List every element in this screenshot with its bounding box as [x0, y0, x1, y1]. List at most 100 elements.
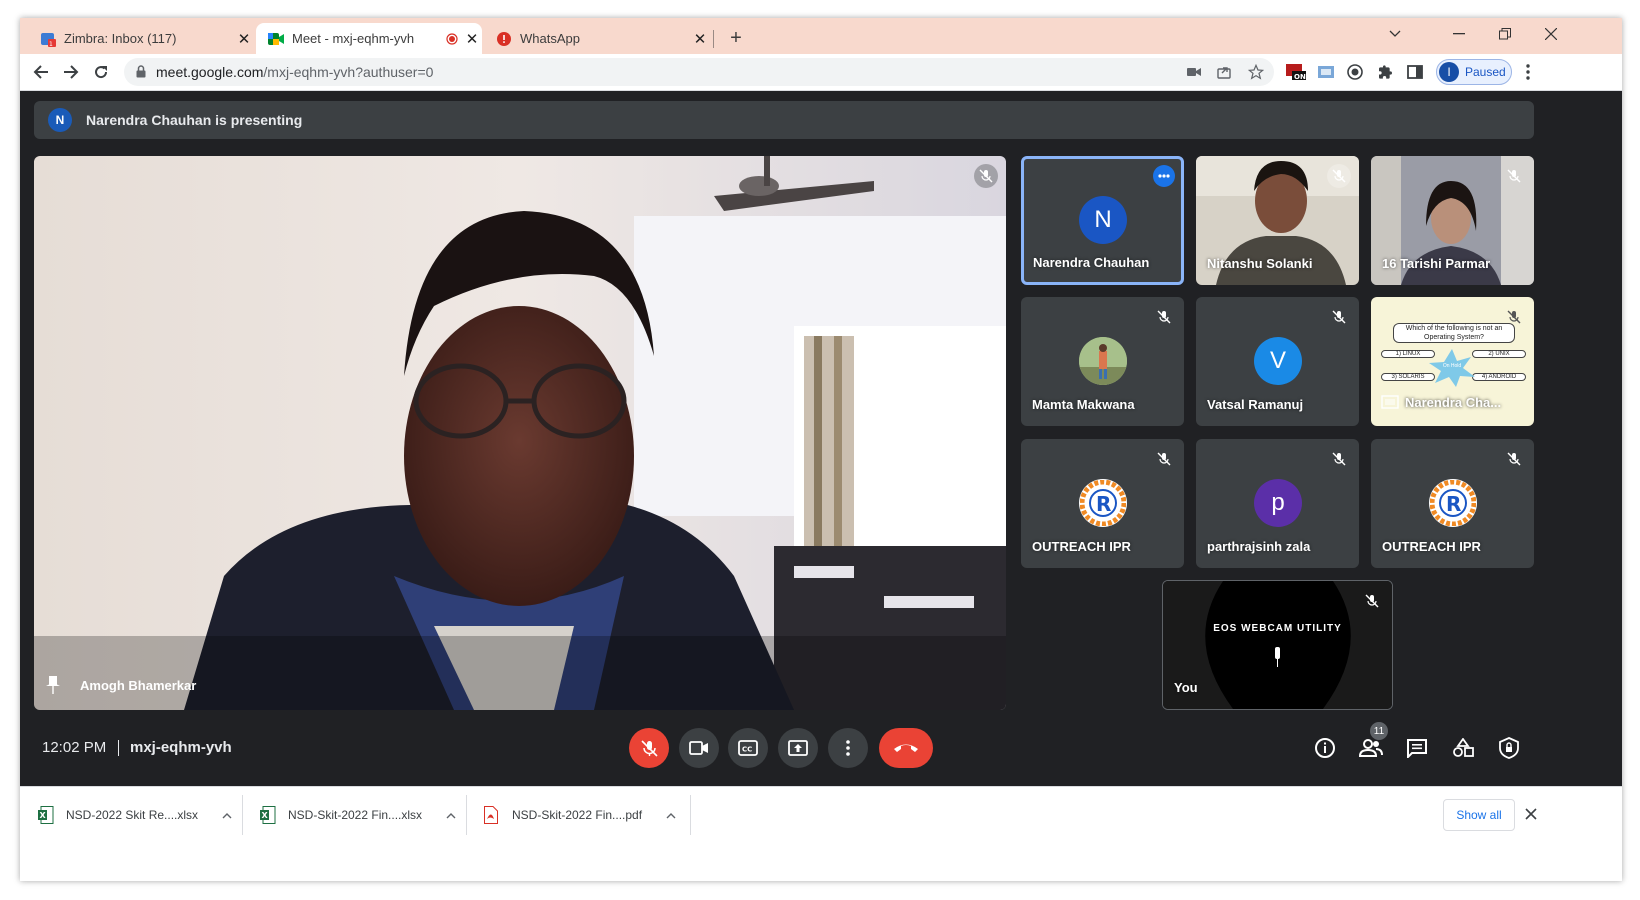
muted-mic-icon[interactable]	[1327, 164, 1351, 188]
back-button[interactable]	[26, 57, 56, 87]
camera-in-use-icon[interactable]	[1182, 60, 1206, 84]
window-bottom	[20, 841, 1622, 881]
extensions-puzzle-icon[interactable]	[1373, 60, 1397, 84]
bookmark-star-icon[interactable]	[1244, 60, 1268, 84]
download-divider	[690, 795, 691, 835]
participant-tile[interactable]: 16 Tarishi Parmar	[1371, 156, 1534, 285]
close-tab-icon[interactable]: ✕	[690, 30, 710, 48]
muted-mic-icon[interactable]	[1502, 447, 1526, 471]
chrome-menu-icon[interactable]	[1516, 60, 1540, 84]
meeting-details-icon[interactable]	[1310, 733, 1340, 763]
muted-mic-icon[interactable]	[1502, 305, 1526, 329]
participant-tile[interactable]: Nitanshu Solanki	[1196, 156, 1359, 285]
chevron-up-icon[interactable]	[666, 808, 676, 822]
presenting-banner: N Narendra Chauhan is presenting	[34, 101, 1534, 139]
tab-strip: 1 Zimbra: Inbox (117) ✕ Meet - mxj-eqhm-…	[20, 18, 1622, 54]
close-tab-icon[interactable]: ✕	[234, 30, 254, 48]
slide-center-text: On Hold	[1442, 363, 1462, 369]
muted-mic-icon[interactable]	[1327, 447, 1351, 471]
muted-mic-icon[interactable]	[1327, 305, 1351, 329]
reload-button[interactable]	[86, 57, 116, 87]
activities-icon[interactable]	[1448, 733, 1478, 763]
tab-zimbra[interactable]: 1 Zimbra: Inbox (117) ✕	[28, 23, 254, 54]
main-video-frame	[34, 156, 1006, 710]
chevron-up-icon[interactable]	[446, 808, 456, 822]
download-item[interactable]: X NSD-2022 Skit Re....xlsx	[20, 787, 242, 842]
meeting-code: mxj-eqhm-yvh	[130, 739, 232, 756]
participant-name: 16 Tarishi Parmar	[1382, 256, 1491, 271]
forward-button[interactable]	[56, 57, 86, 87]
tab-search-icon[interactable]	[1372, 18, 1418, 50]
address-bar[interactable]: meet.google.com/mxj-eqhm-yvh?authuser=0	[124, 58, 1274, 86]
webcam-utility-text: EOS WEBCAM UTILITY	[1213, 623, 1342, 634]
participant-name: parthrajsinh zala	[1207, 539, 1311, 554]
participant-tile[interactable]: Mamta Makwana	[1021, 297, 1184, 426]
participant-name: Narendra Chauhan	[1033, 255, 1150, 270]
extension-screen-icon[interactable]	[1314, 60, 1338, 84]
participant-tile[interactable]: p parthrajsinh zala	[1196, 439, 1359, 568]
download-filename: NSD-2022 Skit Re....xlsx	[66, 807, 199, 822]
close-shelf-icon[interactable]	[1525, 807, 1537, 825]
muted-mic-icon[interactable]	[1502, 164, 1526, 188]
browser-toolbar: meet.google.com/mxj-eqhm-yvh?authuser=0 …	[20, 54, 1622, 91]
tab-whatsapp[interactable]: WhatsApp ✕	[484, 23, 710, 54]
participant-tile[interactable]: R OUTREACH IPR	[1371, 439, 1534, 568]
side-panel-icon[interactable]	[1403, 60, 1427, 84]
share-icon[interactable]	[1212, 60, 1236, 84]
show-all-button[interactable]: Show all	[1443, 799, 1515, 831]
captions-button[interactable]: CC	[728, 728, 768, 768]
present-now-button[interactable]	[778, 728, 818, 768]
tab-meet[interactable]: Meet - mxj-eqhm-yvh ✕	[256, 23, 482, 54]
self-view-tile[interactable]: EOS WEBCAM UTILITY You	[1162, 580, 1393, 710]
svg-text:R: R	[1096, 492, 1111, 516]
minimize-button[interactable]	[1436, 18, 1482, 50]
chevron-up-icon[interactable]	[222, 808, 232, 822]
chat-icon[interactable]	[1402, 733, 1432, 763]
main-speaker-video[interactable]: Amogh Bhamerkar	[34, 156, 1006, 710]
svg-text:X: X	[40, 811, 47, 820]
muted-mic-icon[interactable]	[1152, 305, 1176, 329]
extension-shield-icon[interactable]	[1343, 60, 1367, 84]
svg-text:X: X	[262, 811, 269, 820]
extension-on-icon[interactable]: ON	[1284, 60, 1308, 84]
muted-mic-icon[interactable]	[1152, 447, 1176, 471]
leave-call-button[interactable]	[879, 728, 933, 768]
pin-icon[interactable]	[46, 676, 60, 699]
participant-tile[interactable]: V Vatsal Ramanuj	[1196, 297, 1359, 426]
presentation-tile[interactable]: Which of the following is not an Operati…	[1371, 297, 1534, 426]
lock-icon[interactable]	[136, 65, 146, 83]
mic-toggle-button[interactable]	[629, 728, 669, 768]
more-options-button[interactable]	[828, 728, 868, 768]
slide-option: 4) ANDROID	[1472, 373, 1526, 381]
svg-text:CC: CC	[742, 746, 752, 754]
muted-mic-icon[interactable]	[1360, 589, 1384, 613]
close-tab-icon[interactable]: ✕	[462, 30, 482, 48]
tab-title: WhatsApp	[520, 31, 580, 46]
profile-paused-button[interactable]: I Paused	[1436, 59, 1512, 85]
host-controls-icon[interactable]	[1494, 733, 1524, 763]
download-item[interactable]: X NSD-Skit-2022 Fin....xlsx	[242, 787, 464, 842]
main-muted-mic-icon[interactable]	[974, 164, 998, 188]
participant-avatar: V	[1254, 337, 1302, 385]
download-item[interactable]: NSD-Skit-2022 Fin....pdf	[466, 787, 688, 842]
outreach-logo-icon: R	[1079, 479, 1127, 527]
url-text: meet.google.com/mxj-eqhm-yvh?authuser=0	[156, 64, 433, 80]
participant-name: Mamta Makwana	[1032, 397, 1135, 412]
participant-tile[interactable]: R OUTREACH IPR	[1021, 439, 1184, 568]
url-path: /mxj-eqhm-yvh?authuser=0	[263, 64, 434, 80]
camera-toggle-button[interactable]	[679, 728, 719, 768]
participant-name: OUTREACH IPR	[1382, 539, 1481, 554]
participant-tile[interactable]: N Narendra Chauhan	[1021, 156, 1184, 285]
svg-text:ON: ON	[1294, 73, 1306, 81]
participant-photo	[1079, 337, 1127, 385]
presenting-text: Narendra Chauhan is presenting	[86, 112, 303, 128]
restore-button[interactable]	[1482, 18, 1528, 50]
tab-title: Meet - mxj-eqhm-yvh	[292, 31, 415, 46]
download-filename: NSD-Skit-2022 Fin....xlsx	[288, 807, 423, 822]
close-window-button[interactable]	[1528, 18, 1574, 50]
more-options-icon[interactable]	[1153, 165, 1175, 187]
browser-window: 1 Zimbra: Inbox (117) ✕ Meet - mxj-eqhm-…	[20, 18, 1622, 881]
slide-question: Which of the following is not an Operati…	[1393, 323, 1515, 343]
participant-name: Nitanshu Solanki	[1207, 256, 1313, 271]
new-tab-button[interactable]: +	[722, 23, 750, 54]
